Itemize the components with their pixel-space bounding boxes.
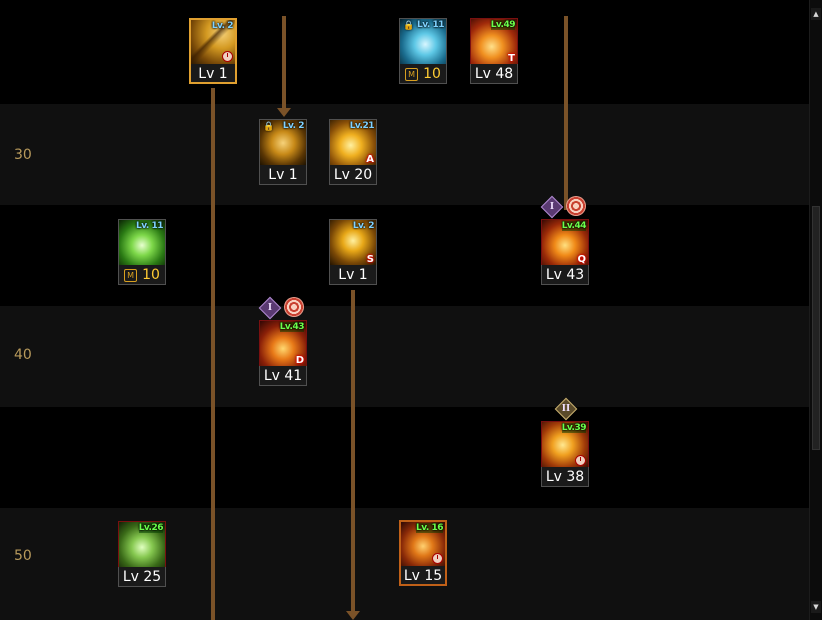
skill-icon: Lv. 2 [189, 18, 237, 66]
skill-slot[interactable]: Lv. 2 S Lv 1 [329, 219, 377, 287]
skill-slot[interactable]: Lv.49 T Lv 48 [470, 18, 518, 86]
skill-level-label: Lv 1 [259, 165, 307, 185]
swirl-icon [284, 297, 304, 317]
skill-level-tag: Lv.44 [561, 221, 587, 231]
connector-arrow-icon [277, 108, 291, 117]
skill-level-label: Lv 48 [470, 64, 518, 84]
skill-icon: Lv.43 D [259, 320, 307, 368]
skill-level-tag: Lv.43 [279, 322, 305, 332]
level-row [0, 407, 810, 508]
skill-slot[interactable]: 🔒 Lv. 11 M 10 [399, 18, 447, 86]
vertical-scrollbar[interactable]: ▲ ▼ [809, 0, 822, 620]
skill-slot[interactable]: Lv. 16 Lv 15 [399, 520, 447, 588]
clock-icon [432, 553, 443, 564]
skill-level-label: Lv 20 [329, 165, 377, 185]
lock-icon: 🔒 [263, 122, 275, 132]
scroll-up-icon[interactable]: ▲ [811, 8, 821, 20]
skill-icon: Lv.44 Q [541, 219, 589, 267]
skill-level-label: Lv 15 [399, 566, 447, 586]
skill-type-badge: D [295, 355, 304, 366]
level-row: 40 [0, 306, 810, 407]
skill-level-tag: Lv. 16 [416, 523, 443, 533]
skill-slot[interactable]: Lv.26 Lv 25 [118, 521, 166, 589]
skill-slot[interactable]: Lv. 2 Lv 1 [189, 18, 237, 86]
skill-level-tag: Lv. 11 [417, 20, 444, 30]
skill-master-value: 10 [142, 267, 160, 283]
skill-icon: Lv. 11 [118, 219, 166, 267]
skill-level-tag: Lv. 2 [352, 221, 375, 231]
row-level-label: 30 [14, 147, 32, 163]
skill-icon: Lv.26 [118, 521, 166, 569]
skill-slot[interactable]: Lv.44 Q Lv 43 [541, 219, 589, 287]
skill-icon: Lv. 2 S [329, 219, 377, 267]
skill-master-label: M 10 [399, 64, 447, 84]
skill-master-value: 10 [423, 66, 441, 82]
skill-level-tag: Lv.26 [138, 523, 164, 533]
skill-connector-line [282, 16, 286, 110]
skill-type-badge: T [508, 53, 515, 64]
skill-level-tag: Lv. 2 [282, 121, 305, 131]
row-level-label: 40 [14, 347, 32, 363]
skill-slot[interactable]: Lv.39 Lv 38 [541, 421, 589, 489]
master-icon: M [405, 68, 419, 81]
skill-level-label: Lv 25 [118, 567, 166, 587]
skill-slot[interactable]: Lv. 11 M 10 [118, 219, 166, 287]
skill-icon: 🔒 Lv. 11 [399, 18, 447, 66]
skill-level-label: Lv 1 [189, 64, 237, 84]
skill-master-label: M 10 [118, 265, 166, 285]
skill-level-tag: Lv.21 [349, 121, 375, 131]
clock-icon [222, 51, 233, 62]
skill-level-label: Lv 1 [329, 265, 377, 285]
skill-type-badge: S [366, 254, 374, 265]
skill-level-tag: Lv.39 [561, 423, 587, 433]
clock-icon [575, 455, 586, 466]
swirl-icon [566, 196, 586, 216]
skill-slot[interactable]: Lv.21 A Lv 20 [329, 119, 377, 187]
skill-slot[interactable]: Lv.43 D Lv 41 [259, 320, 307, 388]
skill-level-tag: Lv.49 [490, 20, 516, 30]
connector-arrow-icon [346, 611, 360, 620]
row-level-label: 50 [14, 548, 32, 564]
skill-connector-line [351, 290, 355, 612]
scroll-down-icon[interactable]: ▼ [811, 601, 821, 613]
skill-type-badge: Q [577, 254, 586, 265]
skill-connector-line [211, 88, 215, 620]
skill-icon: Lv.21 A [329, 119, 377, 167]
skill-icon: Lv.49 T [470, 18, 518, 66]
lock-icon: 🔒 [403, 21, 415, 31]
skill-icon: Lv. 16 [399, 520, 447, 568]
skill-type-badge: A [366, 154, 374, 165]
skill-icon: 🔒 Lv. 2 [259, 119, 307, 167]
skill-connector-line [564, 16, 568, 210]
skill-level-tag: Lv. 2 [211, 21, 234, 31]
scrollbar-thumb[interactable] [812, 206, 820, 450]
skill-slot[interactable]: 🔒 Lv. 2 Lv 1 [259, 119, 307, 187]
skill-level-label: Lv 43 [541, 265, 589, 285]
skill-icon: Lv.39 [541, 421, 589, 469]
skill-level-label: Lv 41 [259, 366, 307, 386]
skill-level-label: Lv 38 [541, 467, 589, 487]
level-row: 30 [0, 104, 810, 205]
skill-level-tag: Lv. 11 [136, 221, 163, 231]
master-icon: M [124, 269, 138, 282]
